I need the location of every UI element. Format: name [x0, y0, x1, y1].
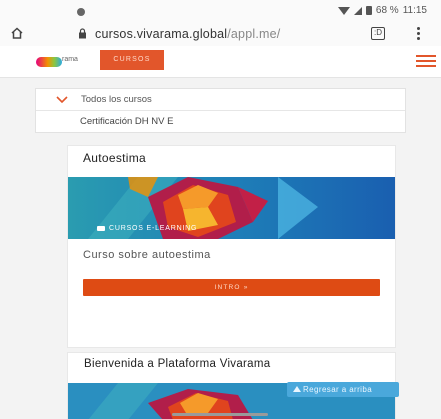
lock-icon — [79, 28, 86, 39]
home-icon[interactable] — [10, 26, 24, 40]
category-tag-text: CURSOS E-LEARNING — [109, 225, 198, 232]
notification-icon — [77, 8, 85, 16]
nav-tab-cursos[interactable]: CURSOS — [100, 50, 164, 70]
wifi-icon — [337, 6, 350, 15]
battery-icon — [365, 6, 372, 15]
url-path: /appl.me/ — [227, 27, 281, 41]
hamburger-menu-icon[interactable] — [416, 55, 436, 67]
course-filter: Todos los cursos Certificación DH NV E — [35, 88, 406, 133]
site-header: rama — [0, 46, 441, 78]
graduation-cap-icon — [97, 226, 105, 231]
category-label: Todos los cursos — [81, 94, 152, 105]
more-vert-icon[interactable] — [416, 26, 420, 42]
category-dropdown[interactable]: Todos los cursos — [36, 89, 405, 111]
subcategory-item[interactable]: Certificación DH NV E — [36, 111, 405, 133]
logo-text: rama — [62, 56, 78, 63]
course-title[interactable]: Bienvenida a Plataforma Vivarama — [84, 358, 270, 370]
tabs-icon[interactable]: :D — [371, 27, 385, 40]
signal-icon — [353, 6, 362, 15]
intro-button[interactable]: INTRO » — [83, 279, 380, 296]
vivarama-logo[interactable]: rama — [36, 56, 96, 70]
course-title[interactable]: Autoestima — [83, 151, 146, 165]
category-tag: CURSOS E-LEARNING — [97, 225, 197, 232]
clock: 11:15 — [402, 5, 427, 16]
back-to-top-button[interactable]: Regresar a arriba — [287, 382, 399, 397]
home-indicator[interactable] — [172, 413, 268, 416]
course-image[interactable]: CURSOS E-LEARNING — [68, 177, 395, 239]
subcategory-label: Certificación DH NV E — [80, 116, 174, 127]
status-right: 68 % 11:15 — [337, 5, 427, 16]
status-bar: 68 % 11:15 — [0, 0, 441, 22]
course-card: Autoestima CURSOS E-LEARNING Curso sobre… — [67, 145, 396, 348]
url-host: cursos.vivarama.global — [95, 27, 228, 41]
browser-url-bar: cursos.vivarama.global/appl.me/ :D — [0, 22, 441, 46]
chevron-down-icon — [56, 96, 68, 103]
arrow-up-icon — [293, 386, 301, 392]
logo-mark — [36, 57, 62, 67]
url-text[interactable]: cursos.vivarama.global/appl.me/ — [95, 27, 280, 41]
battery-text: 68 % — [375, 5, 399, 16]
course-description: Curso sobre autoestima — [83, 249, 211, 261]
back-to-top-label: Regresar a arriba — [303, 385, 373, 394]
